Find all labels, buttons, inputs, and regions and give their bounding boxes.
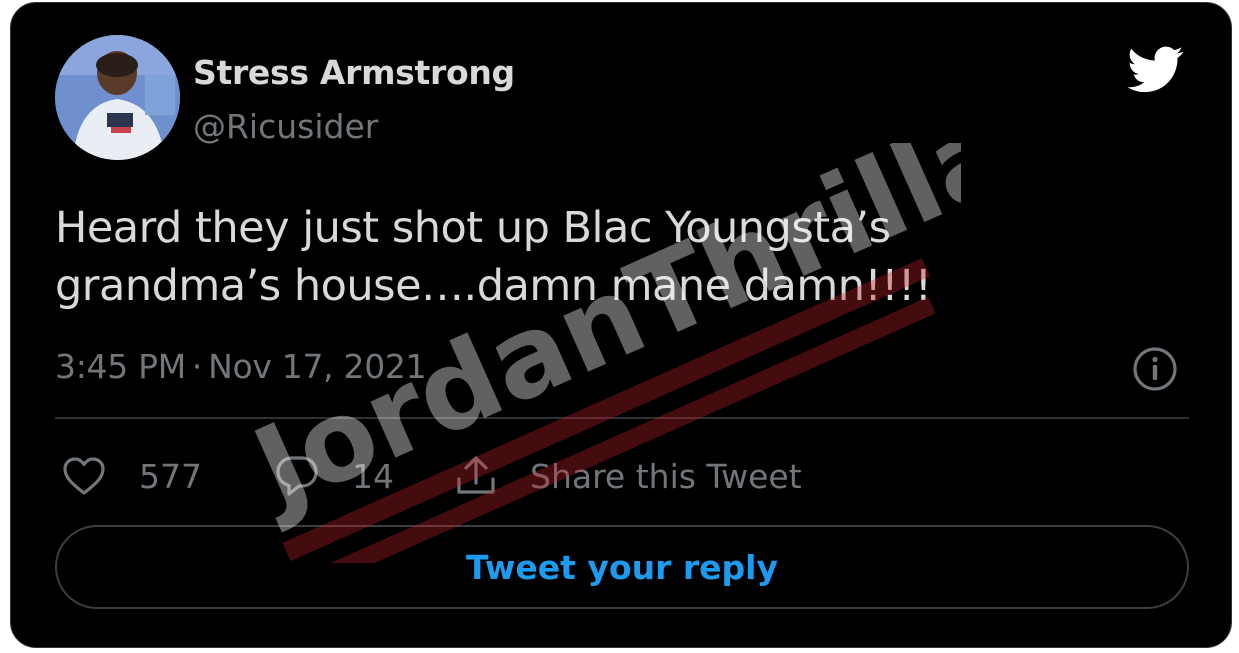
tweet-date: Nov 17, 2021	[208, 347, 427, 386]
tweet-timestamp[interactable]: 3:45 PM · Nov 17, 2021	[55, 347, 427, 386]
avatar[interactable]	[55, 35, 180, 160]
info-icon[interactable]	[1131, 345, 1179, 393]
tweet-time: 3:45 PM	[55, 347, 186, 386]
tweet-text-line: Heard they just shot up Blac Youngsta’s	[55, 203, 891, 253]
tweet-text: Heard they just shot up Blac Youngsta’s …	[55, 199, 1155, 315]
twitter-bird-icon[interactable]	[1124, 41, 1188, 97]
divider	[55, 417, 1189, 419]
tweet-actions: 577 14 Share this Tweet	[61, 451, 802, 501]
tweet-card: Stress Armstrong @Ricusider Heard they j…	[10, 2, 1232, 648]
heart-icon	[63, 457, 105, 495]
user-handle[interactable]: @Ricusider	[193, 107, 378, 146]
reply-button[interactable]: 14	[274, 453, 394, 499]
timestamp-separator: ·	[191, 347, 203, 386]
tweet-text-line: grandma’s house….damn mane damn!!!!	[55, 261, 932, 311]
avatar-photo	[55, 35, 180, 160]
reply-bubble-icon	[276, 456, 318, 496]
like-count: 577	[139, 456, 202, 496]
tweet-your-reply-button[interactable]: Tweet your reply	[55, 525, 1189, 609]
like-button[interactable]: 577	[61, 455, 202, 497]
reply-count: 14	[352, 456, 394, 496]
share-label: Share this Tweet	[530, 456, 802, 496]
share-upload-icon	[457, 456, 495, 494]
display-name[interactable]: Stress Armstrong	[193, 53, 515, 92]
share-button[interactable]: Share this Tweet	[454, 454, 802, 498]
